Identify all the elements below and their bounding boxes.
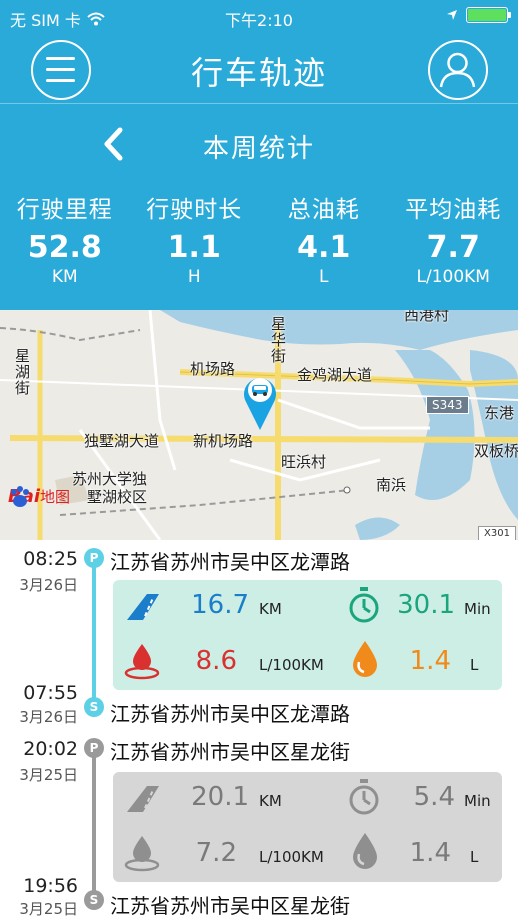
trip-timeline: P 08:25 3月26日 江苏省苏州市吴中区龙潭路 16.7 KM 30.1 …: [0, 540, 518, 920]
trip-end-address[interactable]: 江苏省苏州市吴中区龙潭路: [110, 698, 350, 727]
park-pin: P: [84, 548, 104, 568]
stat-value: 4.1: [297, 230, 351, 265]
trip-start-address[interactable]: 江苏省苏州市吴中区龙潭路: [110, 546, 350, 575]
stat-label: 平均油耗: [405, 197, 502, 223]
fuel-drop-ripple-icon: [124, 644, 160, 680]
map-label: 星湖街: [13, 348, 31, 396]
stat-value: 52.8: [27, 230, 102, 265]
location-arrow-icon: [447, 10, 457, 20]
trip-start-time: 20:02: [23, 738, 78, 760]
stat-unit: KM: [51, 267, 78, 287]
trip-start-address[interactable]: 江苏省苏州市吴中区星龙街: [110, 736, 350, 765]
trip-end-time: 07:55: [23, 682, 78, 704]
map-label: 独墅湖大道: [84, 432, 160, 450]
trip-card[interactable]: 16.7 KM 30.1 Min 8.6 L/100KM 1.4 L: [113, 580, 502, 690]
trip-end-time: 19:56: [23, 875, 78, 897]
map-label: 东港: [484, 404, 515, 422]
trip-start-date: 3月25日: [19, 766, 78, 784]
header: 无 SIM 卡 下午2:10 行车轨迹 本周统计 行驶里程 52.8 KM 行驶…: [0, 0, 518, 310]
trip-card[interactable]: 20.1 KM 5.4 Min 7.2 L/100KM 1.4 L: [113, 772, 502, 882]
trip-end-date: 3月25日: [19, 900, 78, 918]
trip-duration-unit: Min: [464, 792, 491, 810]
trip-duration-unit: Min: [464, 600, 491, 618]
road-badge: S343: [426, 396, 469, 414]
start-pin: S: [84, 890, 104, 910]
stopwatch-icon: [349, 587, 379, 623]
stat-value: 1.1: [167, 230, 221, 265]
nav-bar: 行车轨迹: [0, 34, 518, 104]
fuel-drop-icon: [353, 833, 377, 869]
road-icon: [127, 786, 159, 812]
paw-icon: [11, 486, 29, 507]
battery-icon: [466, 7, 511, 23]
trip-avg-fuel-unit: L/100KM: [259, 656, 324, 674]
map-label: 西港村: [404, 310, 450, 324]
fuel-drop-ripple-icon: [124, 836, 160, 872]
weekly-stats: 行驶里程 52.8 KM 行驶时长 1.1 H 总油耗 4.1 L 平均油耗 7…: [0, 190, 518, 300]
stat-label: 总油耗: [287, 197, 360, 223]
stopwatch-icon: [349, 779, 379, 815]
timeline-line: [92, 558, 96, 708]
park-pin: P: [84, 738, 104, 758]
map-label: 机场路: [190, 360, 236, 378]
stat-unit: H: [187, 267, 201, 287]
status-bar: 无 SIM 卡 下午2:10: [0, 0, 518, 34]
trip-avg-fuel: 7.2: [195, 838, 237, 868]
trip-avg-fuel: 8.6: [195, 646, 237, 676]
user-icon: [439, 52, 476, 88]
map-label: 新机场路: [193, 432, 254, 450]
trip-fuel: 1.4: [409, 646, 451, 676]
logo-text: 地图: [40, 488, 71, 506]
trip-start-time: 08:25: [23, 548, 78, 570]
stat-value: 7.7: [426, 230, 480, 265]
stat-unit: L/100KM: [416, 267, 490, 287]
trip-start-date: 3月26日: [19, 576, 78, 594]
map-label: 双板桥: [474, 442, 518, 460]
map-label: 星华街: [269, 316, 287, 364]
stat-label: 行驶时长: [146, 197, 243, 223]
profile-button[interactable]: [428, 40, 488, 100]
road-icon: [127, 594, 159, 620]
timeline-line: [92, 748, 96, 898]
trip-fuel-unit: L: [470, 656, 479, 674]
map-label: 墅湖校区: [87, 488, 148, 506]
trip-end-date: 3月26日: [19, 708, 78, 726]
clock: 下午2:10: [225, 11, 293, 30]
trip-end-address[interactable]: 江苏省苏州市吴中区星龙街: [110, 890, 350, 919]
stat-fuel: 总油耗 4.1 L: [259, 190, 389, 300]
trip-distance-unit: KM: [259, 600, 282, 618]
trip-fuel-unit: L: [470, 848, 479, 866]
baidu-logo: Bai 地图: [8, 486, 70, 507]
stat-avg-fuel: 平均油耗 7.7 L/100KM: [389, 190, 518, 300]
week-title: 本周统计: [202, 134, 315, 164]
stat-unit: L: [319, 267, 329, 287]
road-badge: X301: [478, 526, 516, 540]
car-location-marker[interactable]: [240, 372, 280, 432]
stat-distance: 行驶里程 52.8 KM: [0, 190, 130, 300]
trip-distance: 20.1: [191, 782, 249, 812]
map-label: 金鸡湖大道: [297, 366, 373, 384]
trip-duration: 5.4: [413, 782, 455, 812]
trip-distance: 16.7: [191, 590, 249, 620]
trip-distance-unit: KM: [259, 792, 282, 810]
stat-label: 行驶里程: [16, 197, 113, 223]
trip-duration: 30.1: [397, 590, 455, 620]
trip-fuel: 1.4: [409, 838, 451, 868]
fuel-drop-icon: [353, 641, 377, 677]
start-pin: S: [84, 697, 104, 717]
map-label: 南浜: [376, 476, 407, 494]
week-selector: 本周统计: [0, 120, 518, 170]
stat-duration: 行驶时长 1.1 H: [130, 190, 260, 300]
map-label: 旺浜村: [281, 453, 327, 471]
trip-avg-fuel-unit: L/100KM: [259, 848, 324, 866]
